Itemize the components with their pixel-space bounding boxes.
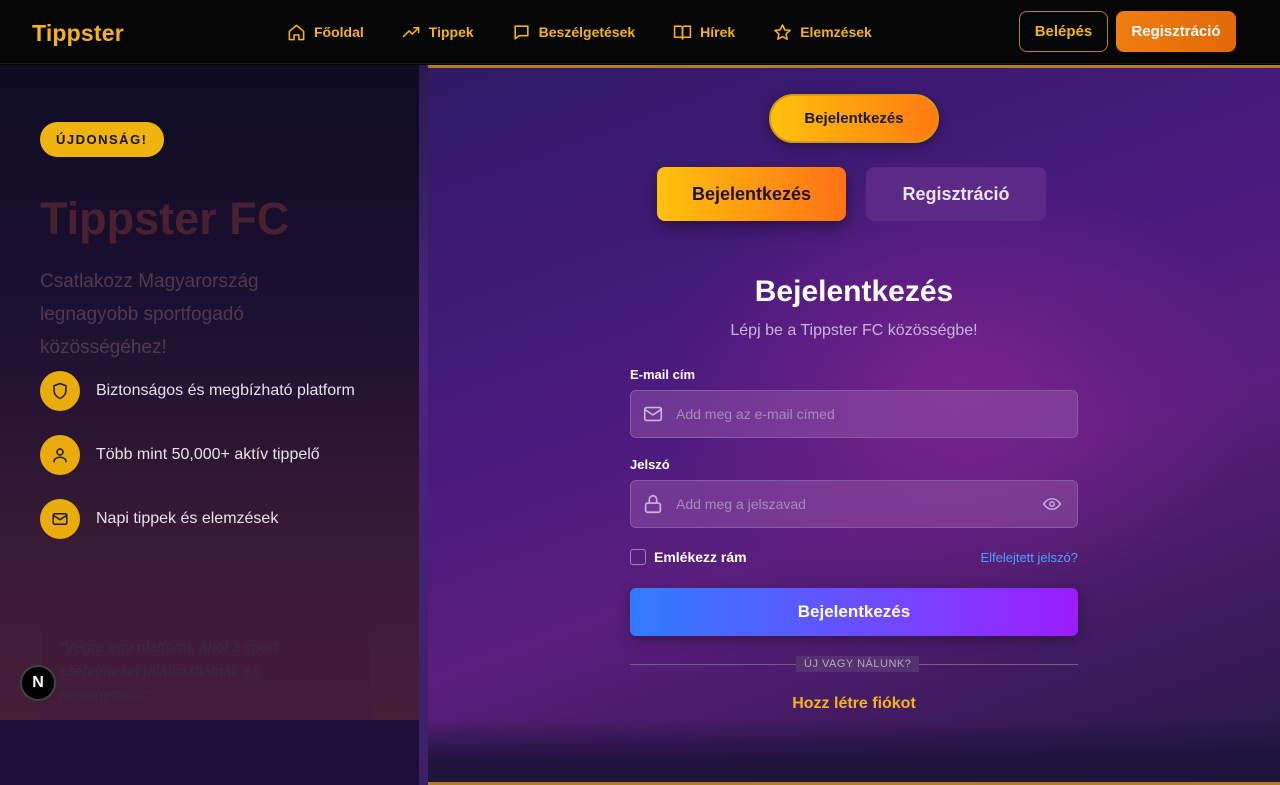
lock-icon	[644, 494, 662, 514]
nav-item-label: Elemzések	[800, 24, 872, 40]
feature-item: Napi tippek és elemzések	[40, 499, 278, 539]
hero-title: Tippster FC	[40, 193, 290, 244]
login-pill-button[interactable]: Bejelentkezés	[769, 94, 939, 143]
create-account-link[interactable]: Hozz létre fiókot	[428, 695, 1280, 713]
mail-icon	[52, 513, 68, 525]
chat-icon	[514, 24, 529, 40]
star-icon	[774, 23, 792, 40]
tab-register[interactable]: Regisztráció	[866, 167, 1046, 221]
eye-icon[interactable]	[1043, 495, 1061, 513]
nav-item-conversations[interactable]: Beszélgetések	[512, 0, 636, 64]
hero-panel: ÚJDONSÁG! Tippster FC Csatlakozz Magyaro…	[0, 65, 419, 785]
email-label: E-mail cím	[630, 367, 696, 382]
feature-item: Biztonságos és megbízható platform	[40, 371, 355, 411]
nav-item-news[interactable]: Hírek	[673, 0, 735, 64]
register-button[interactable]: Regisztráció	[1116, 11, 1236, 52]
book-icon	[673, 24, 692, 40]
hero-subtitle: Csatlakozz Magyarország legnagyobb sport…	[40, 271, 259, 358]
devtools-indicator[interactable]: N	[20, 665, 56, 701]
hero-panel-footer	[0, 720, 419, 785]
bottom-fade	[428, 718, 1280, 782]
submit-login-button[interactable]: Bejelentkezés	[630, 588, 1078, 636]
nav-item-label: Beszélgetések	[538, 24, 636, 40]
feature-icon-circle	[40, 435, 80, 475]
brand-logo[interactable]: Tippster	[32, 20, 124, 47]
auth-panel: Bejelentkezés Bejelentkezés Regisztráció…	[428, 65, 1280, 785]
feature-item: Több mint 50,000+ aktív tippelő	[40, 435, 320, 475]
form-title: Bejelentkezés	[754, 275, 954, 308]
separator-text: ÚJ VAGY NÁLUNK?	[796, 656, 920, 672]
feature-icon-circle	[40, 371, 80, 411]
new-badge: ÚJDONSÁG!	[40, 122, 164, 157]
top-navbar: Tippster Főoldal Tippek Beszélgetések Hí…	[0, 0, 1280, 64]
forgot-password-link[interactable]: Elfelejtett jelszó?	[980, 550, 1078, 565]
user-icon	[53, 448, 67, 463]
remember-checkbox[interactable]	[630, 549, 646, 565]
form-subtitle: Lépj be a Tippster FC közösségbe!	[730, 322, 978, 339]
testimonial-quote: "Végre egy platform, ahol a sport szerel…	[59, 639, 278, 704]
password-label: Jelszó	[630, 457, 670, 472]
main-nav: Főoldal Tippek Beszélgetések Hírek Elemz…	[287, 0, 910, 64]
feature-text: Biztonságos és megbízható platform	[96, 382, 355, 399]
password-input[interactable]	[676, 496, 1043, 512]
nav-item-analyses[interactable]: Elemzések	[773, 0, 872, 64]
password-field-wrapper	[630, 480, 1078, 528]
remember-label: Emlékezz rám	[654, 549, 747, 565]
panel-divider	[419, 65, 428, 785]
trending-up-icon	[402, 26, 420, 37]
feature-text: Napi tippek és elemzések	[96, 510, 279, 527]
remember-me[interactable]: Emlékezz rám	[630, 549, 747, 565]
email-field-wrapper	[630, 390, 1078, 438]
tab-login[interactable]: Bejelentkezés	[657, 167, 846, 221]
login-button[interactable]: Belépés	[1019, 11, 1108, 52]
home-icon	[288, 24, 305, 40]
feature-icon-circle	[40, 499, 80, 539]
nav-item-label: Hírek	[700, 24, 736, 40]
nav-item-tips[interactable]: Tippek	[402, 0, 474, 64]
nav-item-home[interactable]: Főoldal	[287, 0, 364, 64]
feature-text: Több mint 50,000+ aktív tippelő	[96, 446, 320, 463]
nav-item-label: Tippek	[428, 24, 474, 40]
shield-icon	[53, 382, 67, 400]
mail-icon	[643, 406, 663, 422]
email-input[interactable]	[676, 406, 1077, 422]
nav-item-label: Főoldal	[314, 24, 364, 40]
